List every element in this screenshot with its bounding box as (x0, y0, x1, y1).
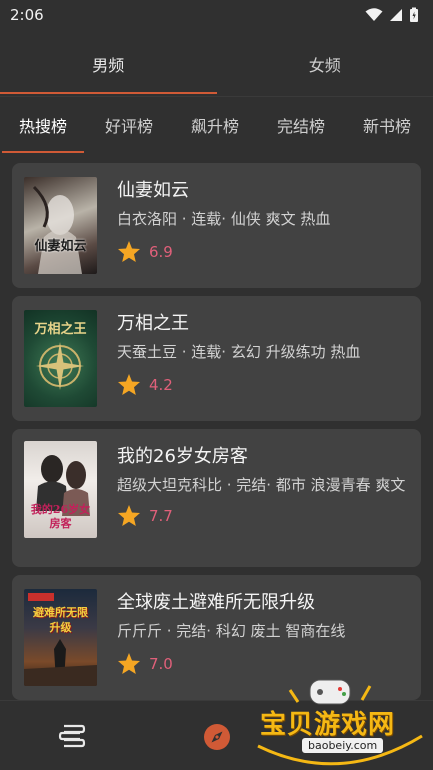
tab-rising-label: 飙升榜 (190, 116, 239, 136)
book-info: 万相之王 天蚕土豆 · 连载· 玄幻 升级练功 热血 4.2 (117, 310, 409, 407)
book-list: 仙妻如云 仙妻如云 白衣洛阳 · 连载· 仙侠 爽文 热血 6.9 万相之王 万… (12, 163, 421, 708)
book-cover: 仙妻如云 (24, 177, 97, 274)
star-icon (118, 241, 140, 262)
book-info: 全球废土避难所无限升级 斤斤斤 · 完结· 科幻 废土 智商在线 7.0 (117, 589, 409, 686)
tab-new-books-label: 新书榜 (362, 116, 411, 136)
book-title: 我的26岁女房客 (117, 446, 248, 467)
book-info: 我的26岁女房客 超级大坦克科比 · 完结· 都市 浪漫青春 爽文 7.7 (117, 443, 409, 553)
book-title: 全球废土避难所无限升级 (117, 592, 315, 613)
star-icon (118, 653, 140, 674)
book-title: 仙妻如云 (117, 180, 189, 201)
tab-completed[interactable]: 完结榜 (258, 97, 344, 153)
book-meta: 天蚕土豆 · 连载· 玄幻 升级练功 热血 (117, 343, 361, 361)
signal-icon (390, 9, 402, 21)
tab-rising[interactable]: 飙升榜 (172, 97, 258, 153)
tab-hot-search[interactable]: 热搜榜 (0, 97, 86, 153)
cover-title: 避难所无限升级 (33, 606, 88, 634)
book-rating: 6.9 (117, 240, 409, 263)
battery-icon (410, 7, 418, 22)
watermark-text: 宝贝游戏网 (260, 710, 396, 740)
star-icon (118, 505, 140, 526)
compass-icon (204, 724, 230, 750)
book-cover: 我的26岁女房客 (24, 441, 97, 538)
tab-female[interactable]: 女频 (217, 34, 433, 94)
star-icon (118, 374, 140, 395)
book-card[interactable]: 仙妻如云 仙妻如云 白衣洛阳 · 连载· 仙侠 爽文 热血 6.9 (12, 163, 421, 288)
rank-tabs: 热搜榜 好评榜 飙升榜 完结榜 新书榜 (0, 96, 433, 153)
tab-male-label: 男频 (92, 56, 125, 75)
book-meta: 超级大坦克科比 · 完结· 都市 浪漫青春 爽文 (117, 476, 406, 494)
cover-title: 我的26岁女房客 (30, 503, 91, 530)
book-meta: 斤斤斤 · 完结· 科幻 废土 智商在线 (117, 622, 346, 640)
book-rating: 7.0 (117, 652, 409, 675)
book-card[interactable]: 我的26岁女房客 我的26岁女房客 超级大坦克科比 · 完结· 都市 浪漫青春 … (12, 429, 421, 567)
tab-good-reviews[interactable]: 好评榜 (86, 97, 172, 153)
status-time: 2:06 (10, 6, 44, 24)
rating-value: 7.0 (149, 654, 173, 673)
gender-tabs: 男频 女频 (0, 34, 433, 94)
book-info: 仙妻如云 白衣洛阳 · 连载· 仙侠 爽文 热血 6.9 (117, 177, 409, 274)
tab-new-books[interactable]: 新书榜 (344, 97, 430, 153)
wifi-icon (365, 8, 383, 21)
bookshelf-icon (58, 724, 86, 748)
watermark-logo: 宝贝游戏网 baobeiy.com (250, 676, 430, 770)
book-meta: 白衣洛阳 · 连载· 仙侠 爽文 热血 (117, 210, 331, 228)
cover-title: 万相之王 (34, 322, 87, 337)
tab-female-label: 女频 (308, 56, 341, 75)
tab-completed-label: 完结榜 (276, 116, 325, 136)
rating-value: 6.9 (149, 242, 173, 261)
book-rating: 4.2 (117, 373, 409, 396)
rating-value: 4.2 (149, 375, 173, 394)
book-title: 万相之王 (117, 313, 189, 334)
watermark-url: baobeiy.com (302, 738, 384, 753)
status-bar: 2:06 (0, 0, 433, 30)
rating-value: 7.7 (149, 506, 173, 525)
tab-good-reviews-label: 好评榜 (104, 116, 153, 136)
cover-title: 仙妻如云 (34, 239, 87, 254)
book-card[interactable]: 万相之王 万相之王 天蚕土豆 · 连载· 玄幻 升级练功 热血 4.2 (12, 296, 421, 421)
book-cover: 避难所无限升级 (24, 589, 97, 686)
book-rating: 7.7 (117, 504, 409, 527)
status-icons (365, 7, 419, 23)
tab-hot-search-label: 热搜榜 (18, 116, 67, 136)
nav-discover[interactable] (203, 723, 231, 755)
book-cover: 万相之王 (24, 310, 97, 407)
tab-male[interactable]: 男频 (0, 34, 217, 94)
nav-bookshelf[interactable] (58, 723, 86, 753)
